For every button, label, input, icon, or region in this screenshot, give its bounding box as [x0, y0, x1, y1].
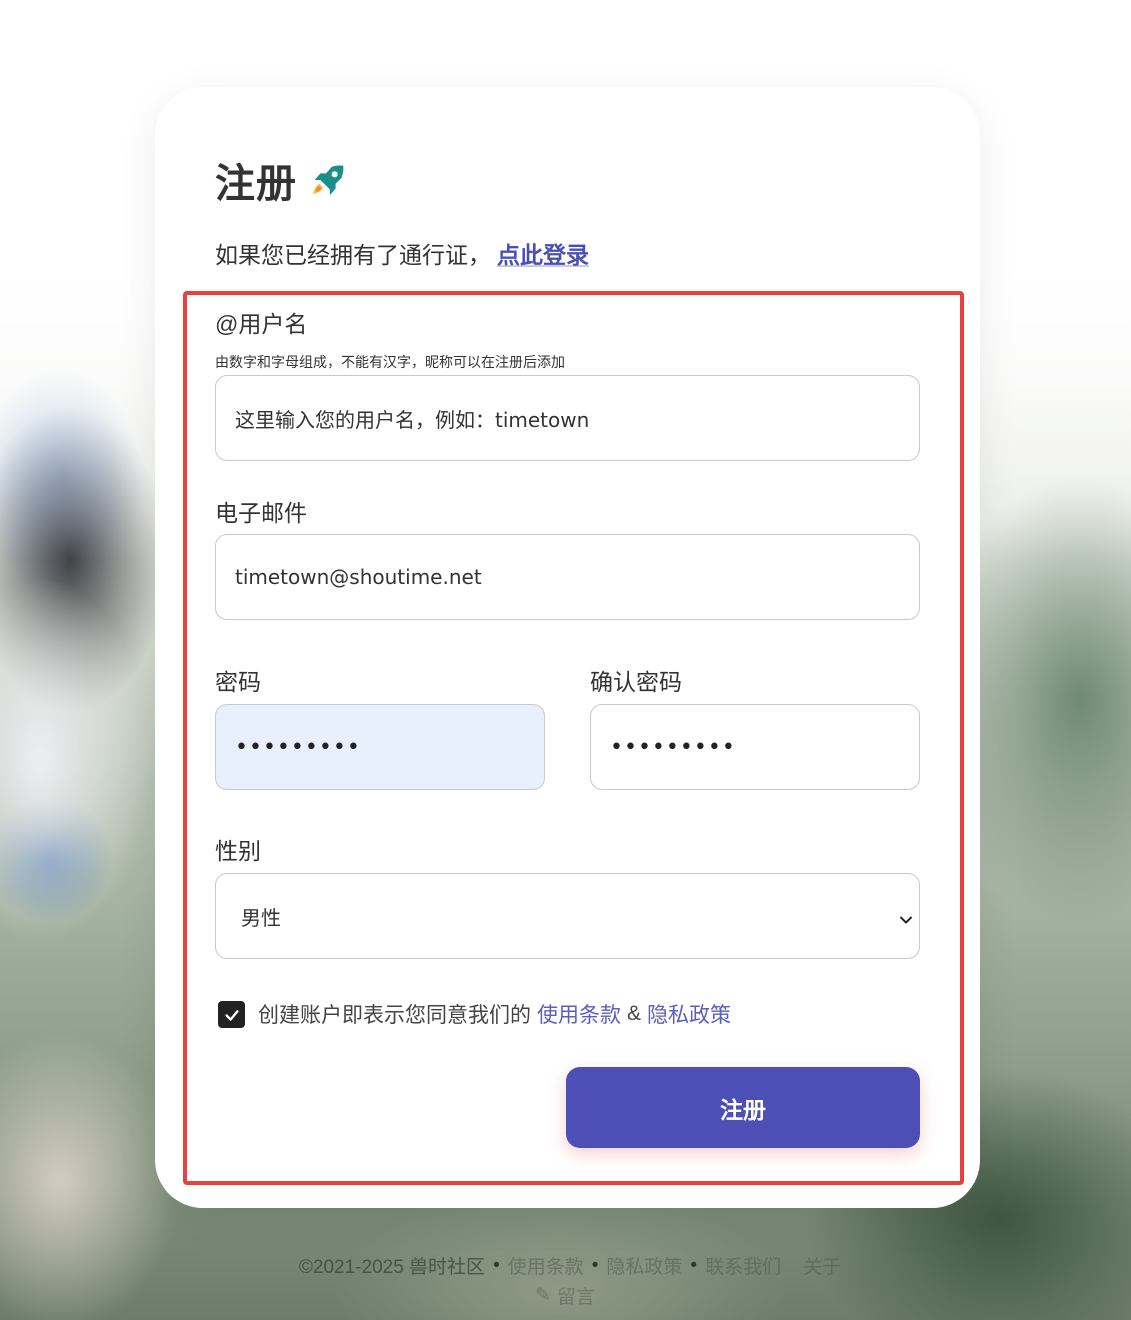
page-title: 注册 [215, 162, 297, 206]
footer-message-link[interactable]: ✎ 留言 [535, 1282, 595, 1309]
rocket-icon [309, 161, 347, 199]
footer: ©2021-2025 兽时社区 • 使用条款 • 隐私政策 • 联系我们 关于 [280, 1252, 860, 1279]
gender-selected: 男性 [241, 905, 281, 930]
footer-copyright: ©2021-2025 兽时社区 [298, 1257, 486, 1278]
footer-link-terms[interactable]: 使用条款 [508, 1252, 584, 1279]
email-input[interactable]: timetown@shoutime.net [215, 534, 920, 620]
confirm-password-input[interactable]: ••••••••• [590, 704, 920, 790]
email-value: timetown@shoutime.net [235, 565, 482, 589]
footer-link-privacy[interactable]: 隐私政策 [606, 1252, 682, 1279]
password-value: ••••••••• [235, 734, 361, 760]
checkmark-icon [224, 1009, 239, 1021]
register-button[interactable]: 注册 [566, 1067, 920, 1148]
pencil-icon: ✎ [535, 1285, 551, 1306]
footer-separator: • [493, 1254, 500, 1276]
agreement-amp: & [627, 1002, 642, 1025]
footer-link-contact[interactable]: 联系我们 [705, 1252, 781, 1279]
confirm-password-value: ••••••••• [610, 734, 736, 760]
terms-link[interactable]: 使用条款 [537, 999, 621, 1029]
footer-separator: • [591, 1254, 599, 1276]
email-label: 电子邮件 [215, 500, 307, 526]
footer-separator: • [690, 1254, 698, 1276]
password-label: 密码 [215, 669, 261, 695]
username-input[interactable]: 这里输入您的用户名，例如：timetown [215, 375, 920, 461]
username-label: @用户名 [215, 311, 308, 337]
footer-link-about[interactable]: 关于 [803, 1252, 841, 1279]
privacy-link[interactable]: 隐私政策 [647, 999, 731, 1029]
agreement-text: 创建账户即表示您同意我们的 [258, 1004, 531, 1027]
gender-select[interactable]: 男性 [215, 873, 920, 959]
login-prompt-line: 如果您已经拥有了通行证， 点此登录 [215, 236, 589, 270]
title-row: 注册 [215, 150, 347, 210]
gender-label: 性别 [215, 838, 261, 864]
agreement-text-row: 创建账户即表示您同意我们的 使用条款 & 隐私政策 [258, 999, 731, 1029]
agreement-checkbox[interactable] [218, 1001, 245, 1028]
login-prompt-text: 如果您已经拥有了通行证， [215, 242, 491, 268]
login-link[interactable]: 点此登录 [497, 236, 589, 270]
footer-message-label: 留言 [556, 1287, 595, 1308]
chevron-down-icon [899, 908, 913, 924]
username-hint: 由数字和字母组成，不能有汉字，昵称可以在注册后添加 [215, 354, 565, 370]
password-input[interactable]: ••••••••• [215, 704, 545, 790]
confirm-password-label: 确认密码 [590, 669, 682, 695]
username-placeholder: 这里输入您的用户名，例如：timetown [235, 407, 590, 432]
